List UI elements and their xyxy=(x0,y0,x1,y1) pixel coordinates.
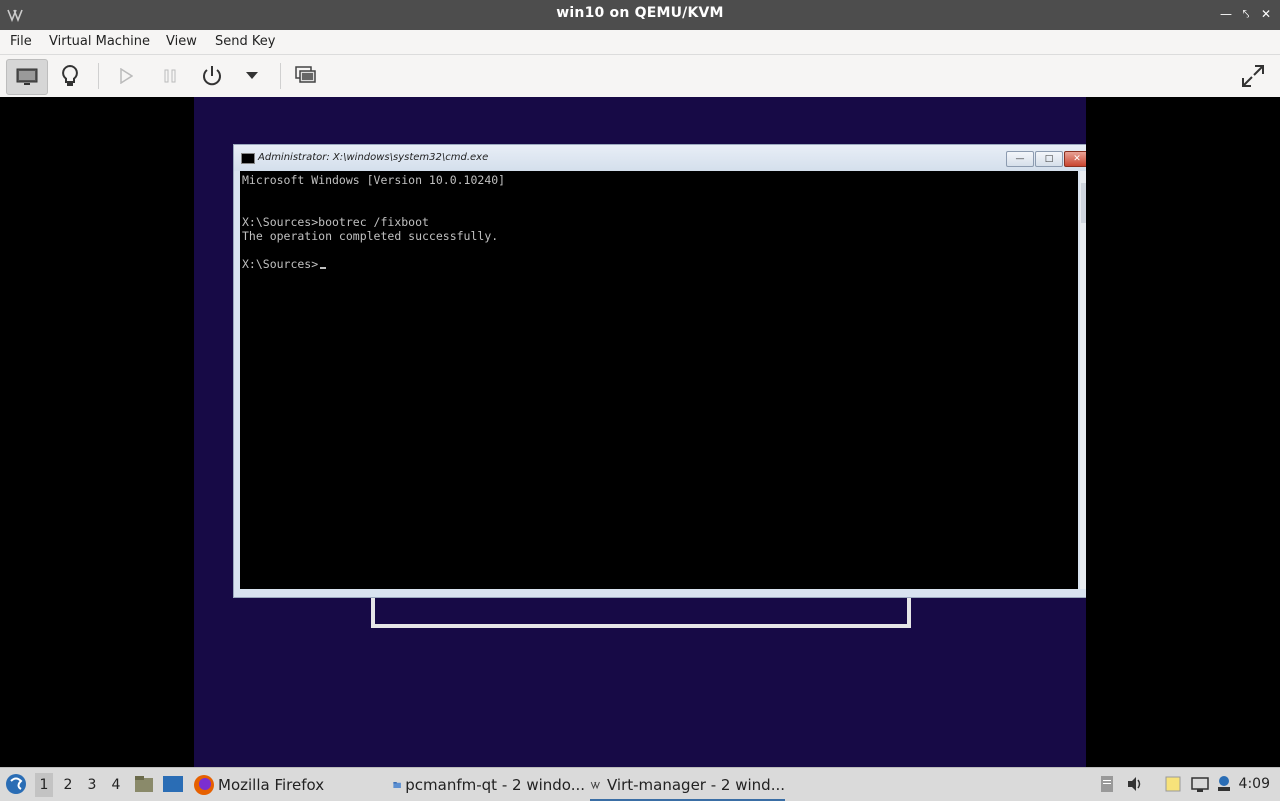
volume-icon[interactable] xyxy=(1126,775,1144,793)
window-titlebar: win10 on QEMU/KVM — ⤣ ✕ xyxy=(0,0,1280,30)
cmd-minimize-button[interactable]: — xyxy=(1006,151,1034,167)
details-view-button[interactable] xyxy=(50,59,90,93)
fullscreen-icon xyxy=(1242,65,1264,87)
pause-button[interactable] xyxy=(150,59,190,93)
workspace-4[interactable]: 4 xyxy=(107,777,125,793)
file-manager-launcher-icon[interactable] xyxy=(134,775,154,793)
clock[interactable]: 4:09 xyxy=(1239,776,1270,792)
folder-icon xyxy=(393,781,401,789)
updates-icon[interactable] xyxy=(1215,775,1233,793)
snapshots-icon xyxy=(295,66,316,83)
console-prompt: X:\Sources> xyxy=(242,257,319,271)
cmd-icon xyxy=(241,153,255,164)
vm-screen[interactable]: Administrator: X:\windows\system32\cmd.e… xyxy=(194,97,1086,767)
workspace-1[interactable]: 1 xyxy=(35,773,53,797)
cmd-close-button[interactable]: ✕ xyxy=(1064,151,1086,167)
network-icon[interactable] xyxy=(1190,775,1209,793)
minimize-icon[interactable]: — xyxy=(1218,6,1234,22)
firefox-icon xyxy=(194,775,214,795)
toolbar xyxy=(0,55,1280,98)
cmd-titlebar[interactable]: Administrator: X:\windows\system32\cmd.e… xyxy=(234,145,1086,171)
play-icon xyxy=(120,68,133,84)
notes-icon[interactable] xyxy=(1164,775,1182,793)
console-line: Microsoft Windows [Version 10.0.10240] xyxy=(242,173,506,187)
console-line: X:\Sources>bootrec /fixboot xyxy=(242,215,429,229)
shutdown-menu-button[interactable] xyxy=(232,59,272,93)
lightbulb-icon xyxy=(62,64,78,86)
scrollbar-thumb[interactable] xyxy=(1081,183,1086,223)
toolbar-separator xyxy=(280,63,281,89)
virt-manager-icon xyxy=(590,781,600,790)
task-pcmanfm[interactable]: pcmanfm-qt - 2 windo... xyxy=(393,771,585,799)
window-title: win10 on QEMU/KVM xyxy=(556,5,724,21)
chevron-down-icon xyxy=(246,72,258,79)
console-output[interactable]: Microsoft Windows [Version 10.0.10240] X:… xyxy=(240,171,1078,589)
menu-file[interactable]: File xyxy=(10,34,32,49)
maximize-icon[interactable]: ⤣ xyxy=(1238,6,1254,22)
task-label: pcmanfm-qt - 2 windo... xyxy=(405,776,585,794)
workspace-3[interactable]: 3 xyxy=(83,777,101,793)
shutdown-button[interactable] xyxy=(192,59,232,93)
console-prompt-line: X:\Sources> xyxy=(242,257,1078,271)
task-label: Virt-manager - 2 wind... xyxy=(606,776,785,794)
fullscreen-button[interactable] xyxy=(1233,59,1273,93)
text-cursor xyxy=(320,267,327,269)
task-label: Mozilla Firefox xyxy=(218,776,325,794)
workspace-2[interactable]: 2 xyxy=(59,777,77,793)
menubar: File Virtual Machine View Send Key xyxy=(0,30,1280,55)
pause-icon xyxy=(164,69,176,83)
power-icon xyxy=(203,66,221,86)
close-icon[interactable]: ✕ xyxy=(1258,6,1274,22)
cmd-scrollbar[interactable] xyxy=(1080,171,1086,589)
toolbar-separator xyxy=(98,63,99,89)
run-button[interactable] xyxy=(106,59,146,93)
menu-send-key[interactable]: Send Key xyxy=(215,34,275,49)
vm-viewport[interactable]: Administrator: X:\windows\system32\cmd.e… xyxy=(0,97,1280,767)
task-virt-manager[interactable]: Virt-manager - 2 wind... xyxy=(590,771,785,801)
start-menu-icon[interactable] xyxy=(5,773,27,795)
menu-virtual-machine[interactable]: Virtual Machine xyxy=(49,34,150,49)
console-line: The operation completed successfully. xyxy=(242,229,499,243)
task-firefox[interactable]: Mozilla Firefox xyxy=(193,771,383,799)
taskbar: 1 2 3 4 Mozilla Firefox pcmanfm-qt - 2 w… xyxy=(0,767,1280,801)
clipboard-icon[interactable] xyxy=(1098,775,1116,793)
console-view-button[interactable] xyxy=(6,59,48,95)
cmd-title: Administrator: X:\windows\system32\cmd.e… xyxy=(258,152,489,163)
monitor-icon xyxy=(16,68,38,85)
menu-view[interactable]: View xyxy=(166,34,197,49)
snapshots-button[interactable] xyxy=(286,59,326,93)
show-desktop-icon[interactable] xyxy=(162,775,184,793)
cmd-window[interactable]: Administrator: X:\windows\system32\cmd.e… xyxy=(233,144,1086,598)
cmd-maximize-button[interactable]: □ xyxy=(1035,151,1063,167)
